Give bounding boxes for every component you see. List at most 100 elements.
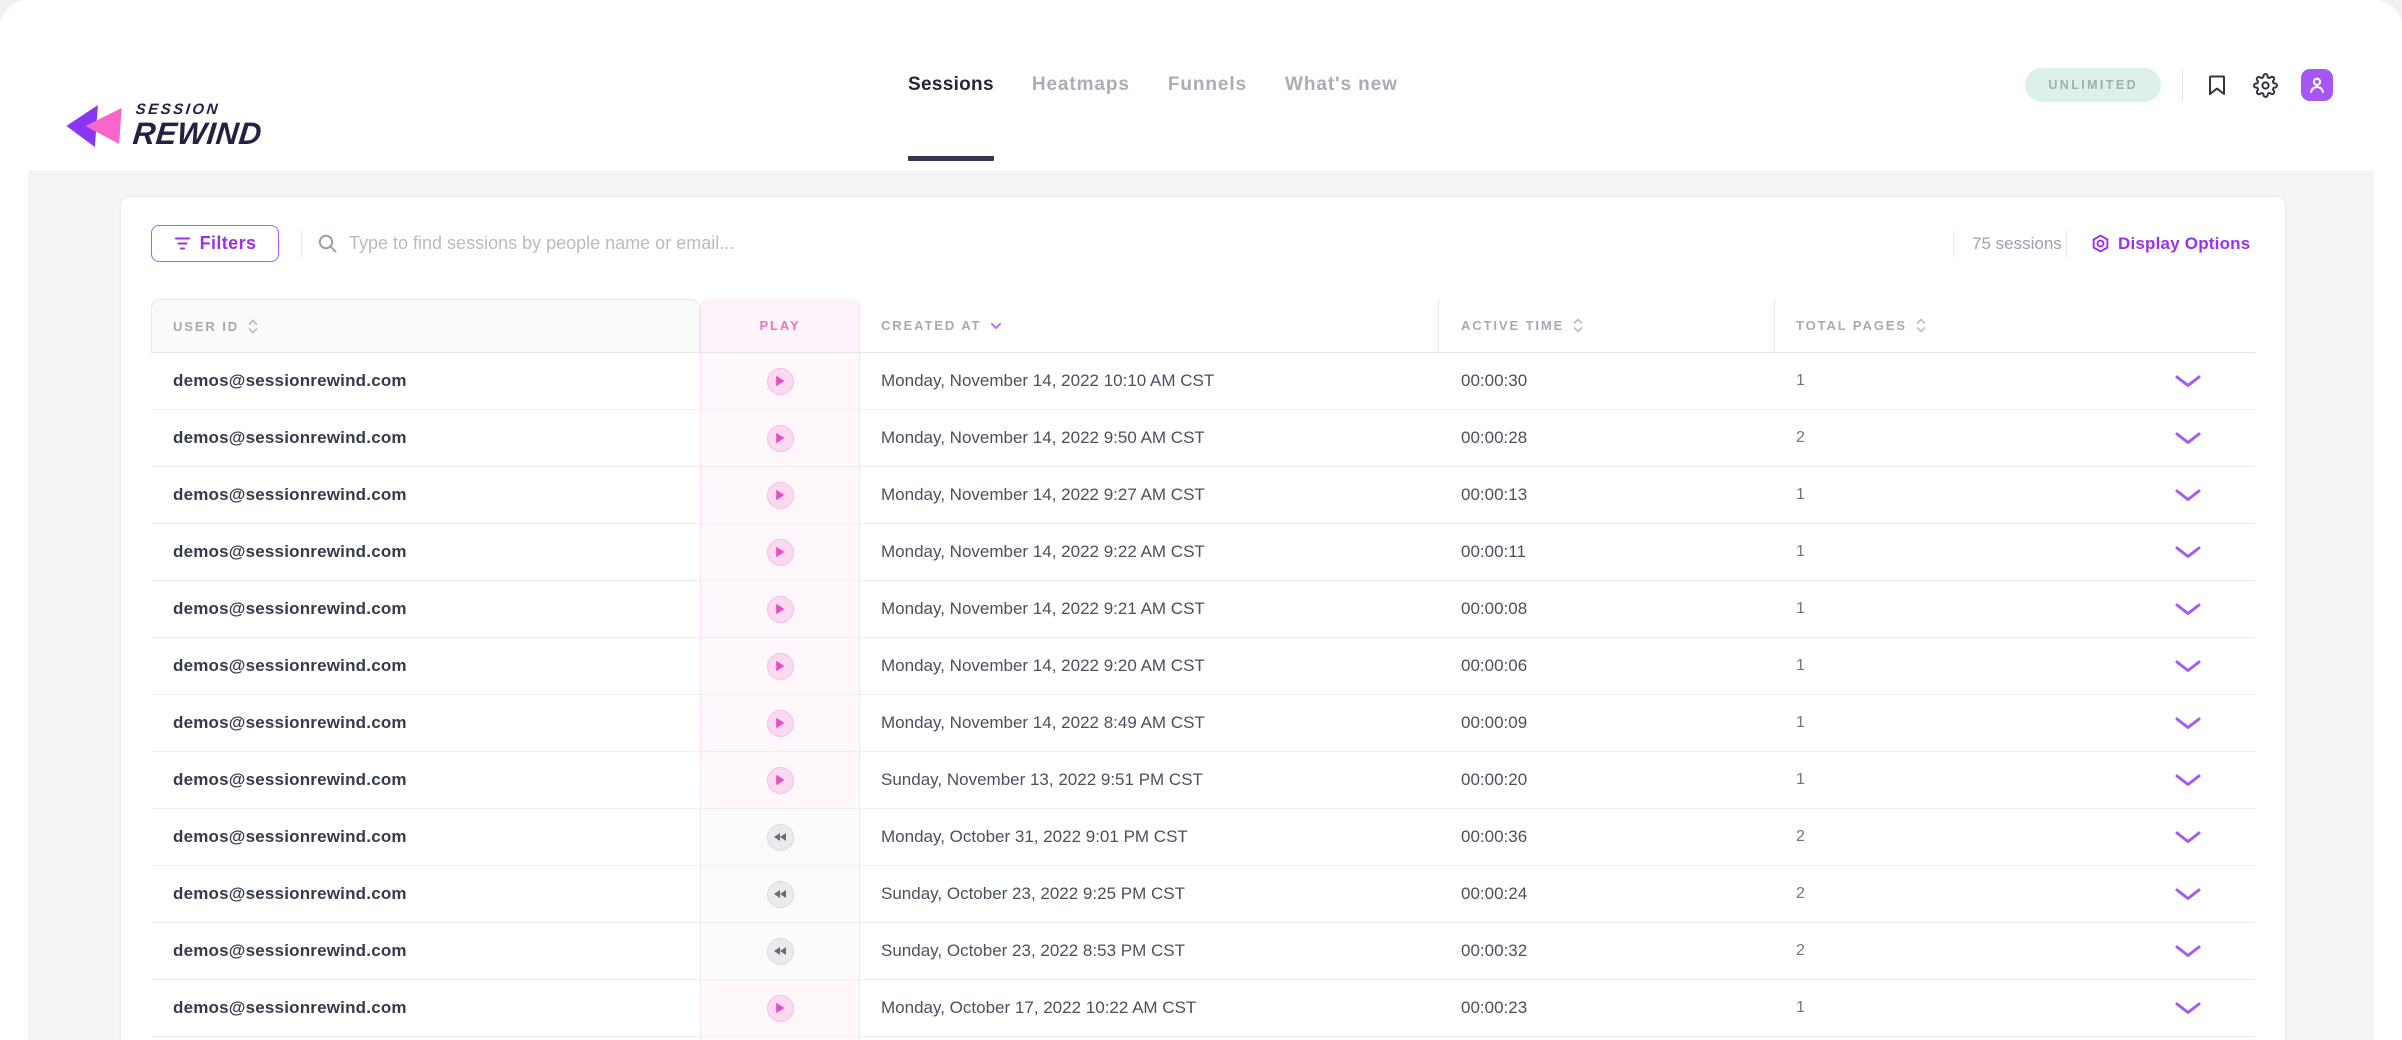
session-total-pages: 1 (1774, 695, 2121, 751)
session-row[interactable]: demos@sessionrewind.com Sunday, October … (151, 866, 2255, 923)
expand-chevron-icon[interactable] (2175, 888, 2201, 901)
session-row[interactable]: demos@sessionrewind.com Monday, October … (151, 980, 2255, 1037)
column-header-user-id[interactable]: USER ID (151, 299, 700, 352)
session-row[interactable]: demos@sessionrewind.com Monday, November… (151, 524, 2255, 581)
session-total-pages: 2 (1774, 410, 2121, 466)
plan-badge: UNLIMITED (2025, 68, 2161, 102)
session-active-time: 00:00:24 (1438, 866, 1774, 922)
session-rows: demos@sessionrewind.com Monday, November… (151, 353, 2255, 1040)
expand-chevron-icon[interactable] (2175, 717, 2201, 730)
play-session-button[interactable] (767, 596, 794, 623)
nav-tab-what-s-new[interactable]: What's new (1285, 0, 1398, 170)
session-created-at: Monday, November 14, 2022 10:10 AM CST (860, 353, 1438, 409)
nav-tab-heatmaps[interactable]: Heatmaps (1032, 0, 1130, 170)
filter-icon (174, 236, 191, 251)
play-session-button[interactable] (767, 767, 794, 794)
session-active-time: 00:00:08 (1438, 581, 1774, 637)
rewind-logo-icon (64, 103, 124, 149)
play-session-button[interactable] (767, 710, 794, 737)
session-created-at: Monday, November 14, 2022 9:50 AM CST (860, 410, 1438, 466)
session-total-pages: 1 (1774, 524, 2121, 580)
session-play-cell (700, 638, 860, 694)
session-row[interactable]: demos@sessionrewind.com Monday, November… (151, 353, 2255, 410)
column-header-created-at[interactable]: CREATED AT (860, 299, 1438, 352)
play-session-button[interactable] (767, 539, 794, 566)
play-session-button[interactable] (767, 482, 794, 509)
session-active-time: 00:00:11 (1438, 524, 1774, 580)
session-row[interactable]: demos@sessionrewind.com Monday, October … (151, 809, 2255, 866)
session-user-id: demos@sessionrewind.com (151, 695, 700, 751)
session-total-pages: 1 (1774, 353, 2121, 409)
expand-chevron-icon[interactable] (2175, 432, 2201, 445)
play-session-button[interactable] (767, 824, 794, 851)
session-play-cell (700, 809, 860, 865)
sort-icon (1916, 318, 1926, 333)
search-input[interactable] (347, 232, 1217, 255)
column-header-active-time[interactable]: ACTIVE TIME (1438, 299, 1774, 352)
sort-icon (1573, 318, 1583, 333)
play-icon (775, 660, 785, 672)
bookmark-button[interactable] (2204, 71, 2230, 99)
session-row[interactable]: demos@sessionrewind.com Monday, November… (151, 638, 2255, 695)
created-at-header-label: CREATED AT (881, 318, 981, 333)
session-created-at: Monday, October 31, 2022 9:01 PM CST (860, 809, 1438, 865)
play-session-button[interactable] (767, 425, 794, 452)
play-session-button[interactable] (767, 881, 794, 908)
app-window: SESSION REWIND Sessions Heatmaps Funnels Wh… (0, 0, 2402, 1040)
session-user-id: demos@sessionrewind.com (151, 638, 700, 694)
play-session-button[interactable] (767, 938, 794, 965)
session-row[interactable]: demos@sessionrewind.com Sunday, November… (151, 752, 2255, 809)
account-avatar[interactable] (2301, 69, 2333, 101)
session-created-at: Monday, November 14, 2022 9:20 AM CST (860, 638, 1438, 694)
column-header-total-pages[interactable]: TOTAL PAGES (1774, 299, 2121, 352)
brand-logo[interactable]: SESSION REWIND (64, 102, 263, 149)
session-user-id: demos@sessionrewind.com (151, 809, 700, 865)
session-play-cell (700, 524, 860, 580)
expand-chevron-icon[interactable] (2175, 945, 2201, 958)
session-play-cell (700, 695, 860, 751)
session-row[interactable]: demos@sessionrewind.com Monday, November… (151, 695, 2255, 752)
session-row[interactable]: demos@sessionrewind.com Monday, November… (151, 581, 2255, 638)
search-icon (317, 233, 338, 254)
session-row[interactable]: demos@sessionrewind.com Monday, November… (151, 410, 2255, 467)
brand-wordmark: SESSION REWIND (132, 102, 266, 149)
sessions-card: Filters 75 sessions Display Options (120, 196, 2286, 1040)
expand-chevron-icon[interactable] (2175, 603, 2201, 616)
rewind-icon (773, 832, 787, 842)
filters-button[interactable]: Filters (151, 225, 279, 262)
nav-tab-sessions[interactable]: Sessions (908, 0, 994, 170)
session-total-pages: 1 (1774, 638, 2121, 694)
sessions-toolbar: Filters 75 sessions Display Options (121, 225, 2285, 263)
app-header: SESSION REWIND Sessions Heatmaps Funnels Wh… (0, 0, 2402, 170)
header-divider (2182, 69, 2183, 101)
session-total-pages: 1 (1774, 752, 2121, 808)
expand-chevron-icon[interactable] (2175, 489, 2201, 502)
session-row[interactable]: demos@sessionrewind.com Monday, November… (151, 467, 2255, 524)
column-header-spacer (2121, 299, 2255, 352)
session-play-cell (700, 581, 860, 637)
expand-chevron-icon[interactable] (2175, 1002, 2201, 1015)
session-active-time: 00:00:09 (1438, 695, 1774, 751)
play-session-button[interactable] (767, 368, 794, 395)
expand-chevron-icon[interactable] (2175, 546, 2201, 559)
user-id-header-label: USER ID (173, 319, 239, 334)
nav-tab-funnels[interactable]: Funnels (1168, 0, 1247, 170)
display-options-button[interactable]: Display Options (2085, 225, 2256, 262)
expand-chevron-icon[interactable] (2175, 774, 2201, 787)
play-session-button[interactable] (767, 995, 794, 1022)
expand-chevron-icon[interactable] (2175, 831, 2201, 844)
session-user-id: demos@sessionrewind.com (151, 410, 700, 466)
expand-chevron-icon[interactable] (2175, 375, 2201, 388)
session-user-id: demos@sessionrewind.com (151, 752, 700, 808)
session-user-id: demos@sessionrewind.com (151, 866, 700, 922)
bookmark-icon (2206, 73, 2228, 97)
display-options-icon (2091, 234, 2110, 253)
session-row[interactable]: demos@sessionrewind.com Sunday, October … (151, 923, 2255, 980)
play-session-button[interactable] (767, 653, 794, 680)
session-created-at: Monday, October 17, 2022 10:22 AM CST (860, 980, 1438, 1036)
play-icon (775, 375, 785, 387)
settings-button[interactable] (2251, 71, 2280, 100)
session-user-id: demos@sessionrewind.com (151, 980, 700, 1036)
session-count: 75 sessions (1972, 225, 2062, 262)
expand-chevron-icon[interactable] (2175, 660, 2201, 673)
